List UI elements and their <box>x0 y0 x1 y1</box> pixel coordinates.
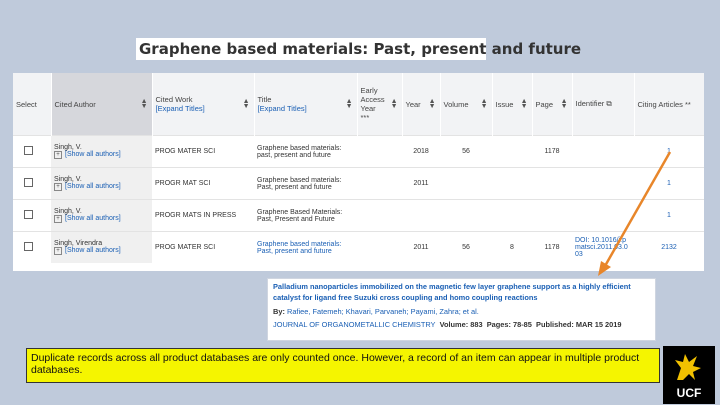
expand-icon[interactable]: + <box>54 215 62 223</box>
cited-work-cell: PROG MATER SCI <box>152 231 254 263</box>
early-access-cell <box>357 135 402 168</box>
table-row: Singh, V. + [Show all authors] PROGR MATS … <box>13 199 704 232</box>
col-identifier[interactable]: Identifier ⧉ <box>572 73 635 136</box>
early-access-cell <box>357 199 402 232</box>
citing-articles-link[interactable]: 1 <box>634 199 704 232</box>
select-checkbox[interactable] <box>24 210 33 219</box>
sort-icon[interactable]: ▲ ▼ <box>481 98 488 110</box>
issue-cell <box>492 135 532 168</box>
cited-author-cell: Singh, Virendra + [Show all authors] <box>51 231 152 263</box>
expand-icon[interactable]: + <box>54 151 62 159</box>
early-access-cell <box>357 231 402 263</box>
identifier-cell <box>572 167 634 200</box>
cited-author-cell: Singh, V. + [Show all authors] <box>51 199 152 232</box>
page-cell: 1178 <box>532 231 572 263</box>
col-year[interactable]: Year ▲ ▼ <box>402 73 441 136</box>
sort-icon[interactable]: ▲ ▼ <box>521 98 528 110</box>
col-early-access-year[interactable]: Early Access Year *** ▲ ▼ <box>357 73 403 136</box>
page-cell: 1178 <box>532 135 572 168</box>
sort-icon[interactable]: ▲ ▼ <box>561 98 568 110</box>
external-link-icon: ⧉ <box>606 99 612 108</box>
popup-authors-link[interactable]: Rafiee, Fatemeh; Khavari, Parvaneh; Paya… <box>287 307 479 316</box>
sort-icon[interactable]: ▲ ▼ <box>141 98 148 110</box>
issue-cell <box>492 167 532 200</box>
sort-icon[interactable]: ▲ ▼ <box>429 98 436 110</box>
early-access-cell <box>357 167 402 200</box>
identifier-cell <box>572 135 634 168</box>
col-title[interactable]: Title [Expand Titles] ▲ ▼ <box>254 73 358 136</box>
col-cited-author[interactable]: Cited Author ▲ ▼ <box>51 73 153 136</box>
expand-titles-link[interactable]: [Expand Titles] <box>258 104 354 113</box>
volume-cell <box>440 199 492 232</box>
title-cell: Graphene based materials: Past, present … <box>254 167 357 200</box>
table-row: Singh, V. + [Show all authors] PROGR MAT S… <box>13 167 704 200</box>
year-cell: 2011 <box>402 167 440 200</box>
issue-cell: 8 <box>492 231 532 263</box>
show-all-authors-link[interactable]: [Show all authors] <box>65 151 121 158</box>
col-citing-articles[interactable]: Citing Articles ** <box>634 73 704 136</box>
table-header-row: Select Cited Author ▲ ▼ Cited Work [Expand … <box>13 73 704 136</box>
cited-work-cell: PROG MATER SCI <box>152 135 254 168</box>
identifier-cell <box>572 199 634 232</box>
cited-author-cell: Singh, V. + [Show all authors] <box>51 135 152 168</box>
col-page[interactable]: Page ▲ ▼ <box>532 73 573 136</box>
year-cell: 2018 <box>402 135 440 168</box>
cited-reference-table: Select Cited Author ▲ ▼ Cited Work [Expand … <box>13 73 704 263</box>
volume-cell <box>440 167 492 200</box>
year-cell: 2011 <box>402 231 440 263</box>
show-all-authors-link[interactable]: [Show all authors] <box>65 183 121 190</box>
popup-journal-name: JOURNAL OF ORGANOMETALLIC CHEMISTRY <box>273 320 436 329</box>
sort-icon[interactable]: ▲ ▼ <box>243 98 250 110</box>
volume-cell: 56 <box>440 231 492 263</box>
page-cell <box>532 199 572 232</box>
pegasus-icon <box>675 354 701 380</box>
table-row: Singh, Virendra + [Show all authors] PROG … <box>13 231 704 263</box>
popup-authors: By: Rafiee, Fatemeh; Khavari, Parvaneh; … <box>273 307 479 316</box>
show-all-authors-link[interactable]: [Show all authors] <box>65 247 121 254</box>
cited-reference-table-panel: Select Cited Author ▲ ▼ Cited Work [Expand … <box>13 73 704 271</box>
year-cell <box>402 199 440 232</box>
expand-titles-link[interactable]: [Expand Titles] <box>156 104 251 113</box>
page-cell <box>532 167 572 200</box>
citing-article-popup: Palladium nanoparticles immobilized on t… <box>267 278 656 341</box>
title-cell: Graphene based materials: past, present … <box>254 135 357 168</box>
duplicate-records-note: Duplicate records across all product dat… <box>26 348 660 383</box>
issue-cell <box>492 199 532 232</box>
select-checkbox[interactable] <box>24 178 33 187</box>
title-link[interactable]: Graphene based materials: Past, present … <box>254 231 357 263</box>
citing-articles-link[interactable]: 1 <box>634 167 704 200</box>
sort-icon[interactable]: ▲ ▼ <box>346 98 353 110</box>
show-all-authors-link[interactable]: [Show all authors] <box>65 215 121 222</box>
title-cell: Graphene Based Materials: Past, Present … <box>254 199 357 232</box>
cited-work-cell: PROGR MAT SCI <box>152 167 254 200</box>
expand-icon[interactable]: + <box>54 183 62 191</box>
sort-icon[interactable]: ▲ ▼ <box>391 98 398 110</box>
col-issue[interactable]: Issue ▲ ▼ <box>492 73 533 136</box>
col-cited-work[interactable]: Cited Work [Expand Titles] ▲ ▼ <box>152 73 255 136</box>
popup-source: JOURNAL OF ORGANOMETALLIC CHEMISTRY Volu… <box>273 320 622 329</box>
citing-articles-link[interactable]: 2132 <box>634 231 704 263</box>
page-title: Graphene based materials: Past, present … <box>136 38 581 60</box>
cited-work-cell: PROGR MATS IN PRESS <box>152 199 254 232</box>
col-volume[interactable]: Volume ▲ ▼ <box>440 73 493 136</box>
citing-articles-link[interactable]: 1 <box>634 135 704 168</box>
ucf-logo: UCF <box>663 346 715 404</box>
citing-article-title-link[interactable]: Palladium nanoparticles immobilized on t… <box>273 282 650 303</box>
col-select: Select <box>13 73 52 136</box>
table-row: Singh, V. + [Show all authors] PROG MATER … <box>13 135 704 168</box>
expand-icon[interactable]: + <box>54 247 62 255</box>
doi-link[interactable]: DOI: 10.1016/j.pmatsci.2011.03.003 <box>572 231 634 263</box>
volume-cell: 56 <box>440 135 492 168</box>
select-checkbox[interactable] <box>24 242 33 251</box>
cited-author-cell: Singh, V. + [Show all authors] <box>51 167 152 200</box>
select-checkbox[interactable] <box>24 146 33 155</box>
